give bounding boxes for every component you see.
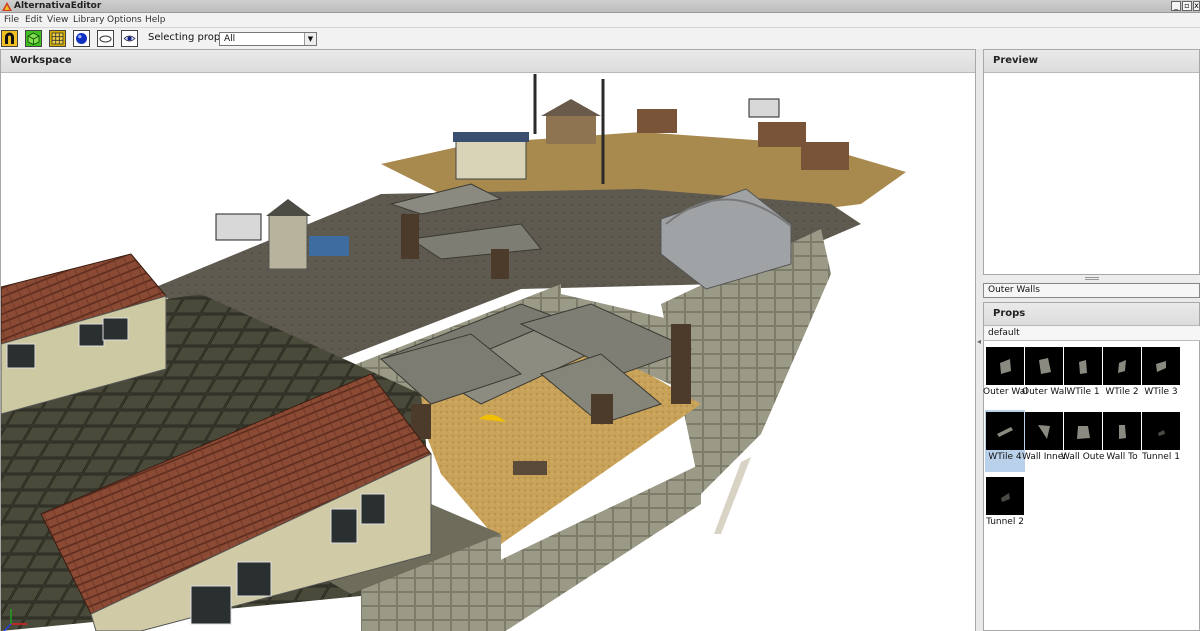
prop-label: Wall Inner	[1022, 452, 1066, 462]
prop-item-tunnel-2[interactable]: Tunnel 2	[985, 475, 1025, 537]
cube-icon	[27, 32, 40, 45]
prop-thumbnail	[1064, 412, 1102, 450]
eye-icon	[123, 35, 136, 42]
app-logo-icon	[2, 2, 12, 11]
grid-icon	[51, 32, 64, 45]
prop-thumbnail	[1025, 412, 1063, 450]
props-title: Props	[984, 303, 1199, 326]
sphere-tool-button[interactable]	[73, 30, 90, 47]
window-title: AlternativaEditor	[14, 1, 102, 11]
scene-render	[1, 74, 906, 631]
grid-tool-button[interactable]	[49, 30, 66, 47]
prop-label: Wall Outer	[1061, 452, 1105, 462]
menu-edit[interactable]: Edit	[25, 15, 42, 26]
panel-splitter[interactable]	[983, 275, 1200, 282]
maximize-button[interactable]: ▫	[1182, 1, 1192, 11]
prop-item-wtile-1[interactable]: WTile 1	[1063, 345, 1103, 407]
prop-item-wtile-4[interactable]: WTile 4	[985, 410, 1025, 472]
prop-label: Wall To	[1106, 452, 1138, 462]
prop-thumbnail	[1103, 347, 1141, 385]
prop-label: WTile 4	[988, 452, 1022, 462]
prop-item-tunnel-1[interactable]: Tunnel 1	[1141, 410, 1181, 472]
prop-label: Outer Wall	[1022, 387, 1066, 397]
view-tool-button[interactable]	[121, 30, 138, 47]
chevron-down-icon: ▼	[304, 33, 316, 45]
prop-item-wall-to[interactable]: Wall To	[1102, 410, 1142, 472]
prop-label: Outer Wall	[983, 387, 1027, 397]
selecting-prop-dropdown[interactable]: All ▼	[219, 32, 317, 46]
menu-bar: File Edit View Library Options Help	[0, 13, 1200, 28]
prop-thumbnail	[1064, 347, 1102, 385]
workspace-viewport[interactable]	[1, 74, 975, 631]
prop-item-outer-wall-1[interactable]: Outer Wall	[983, 345, 1027, 407]
prop-thumbnail	[986, 477, 1024, 515]
prop-label: WTile 1	[1066, 387, 1100, 397]
prop-thumbnail	[1025, 347, 1063, 385]
prop-item-wtile-3[interactable]: WTile 3	[1141, 345, 1181, 407]
preview-title: Preview	[984, 50, 1199, 73]
prop-thumbnail	[986, 347, 1024, 385]
menu-view[interactable]: View	[47, 15, 68, 26]
preview-panel: Preview	[983, 49, 1200, 275]
prop-label: Tunnel 2	[986, 517, 1024, 527]
title-bar: AlternativaEditor _ ▫ x	[0, 0, 1200, 13]
selecting-prop-label: Selecting prop:	[148, 32, 224, 43]
menu-help[interactable]: Help	[145, 15, 166, 26]
library-dropdown[interactable]: Outer Walls	[983, 283, 1200, 298]
prop-label: Tunnel 1	[1142, 452, 1180, 462]
plane-tool-button[interactable]	[97, 30, 114, 47]
prop-item-wall-outer[interactable]: Wall Outer	[1061, 410, 1105, 472]
prop-item-wall-inner[interactable]: Wall Inner	[1022, 410, 1066, 472]
box-tool-button[interactable]	[25, 30, 42, 47]
props-grid: Outer Wall Outer Wall WTile 1 WTile 2 WT…	[983, 345, 1200, 631]
prop-item-outer-wall-2[interactable]: Outer Wall	[1022, 345, 1066, 407]
minimize-button[interactable]: _	[1171, 1, 1181, 11]
prop-thumbnail	[1103, 412, 1141, 450]
workspace-title: Workspace	[1, 50, 975, 73]
menu-options[interactable]: Options	[107, 15, 142, 26]
sphere-icon	[76, 33, 87, 44]
selecting-prop-value: All	[224, 34, 236, 44]
prop-thumbnail	[1142, 412, 1180, 450]
prop-label: WTile 2	[1105, 387, 1139, 397]
toolbar: Selecting prop:	[0, 28, 1200, 49]
prop-thumbnail	[1142, 347, 1180, 385]
magnet-tool-button[interactable]	[1, 30, 18, 47]
splitter-grip-icon	[1085, 277, 1099, 280]
prop-thumbnail	[986, 412, 1024, 450]
close-button[interactable]: x	[1193, 1, 1200, 11]
menu-file[interactable]: File	[4, 15, 19, 26]
prop-label: WTile 3	[1144, 387, 1178, 397]
prop-item-wtile-2[interactable]: WTile 2	[1102, 345, 1142, 407]
props-group-dropdown[interactable]: default	[984, 326, 1200, 341]
magnet-icon	[5, 32, 14, 44]
workspace-panel: Workspace	[0, 49, 976, 631]
collapse-arrow-icon[interactable]: ◂	[977, 337, 981, 346]
ellipse-icon	[99, 35, 112, 43]
menu-library[interactable]: Library	[73, 15, 104, 26]
